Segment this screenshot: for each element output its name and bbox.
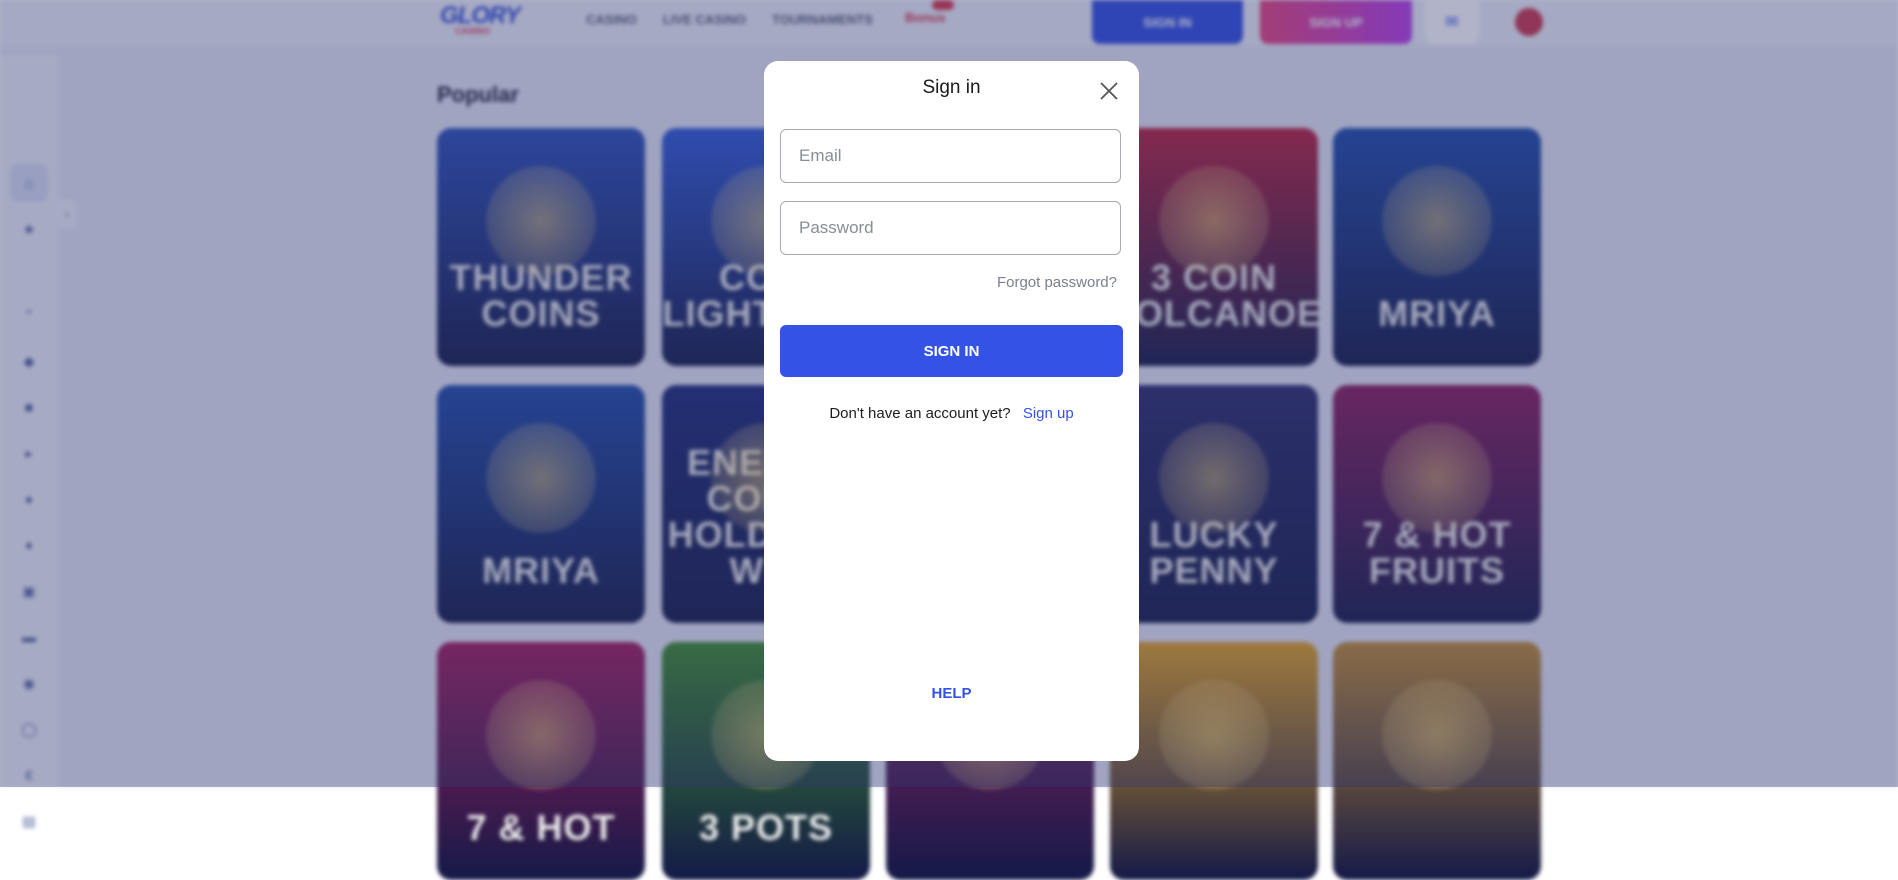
email-field[interactable] [780, 129, 1121, 183]
sign-in-modal: Sign in Forgot password? SIGN IN Don't h… [764, 61, 1139, 761]
close-icon[interactable] [1097, 79, 1121, 103]
game-title: 3 POTS [698, 807, 834, 848]
game-title [1333, 846, 1541, 880]
sign-up-link[interactable]: Sign up [1023, 405, 1074, 422]
help-link[interactable]: HELP [764, 685, 1139, 702]
game-title: 7 & HOT [466, 807, 616, 848]
signup-prompt: Don't have an account yet? Sign up [764, 405, 1139, 422]
document-icon[interactable]: ▤ [18, 810, 40, 832]
game-title [886, 846, 1094, 880]
modal-title: Sign in [922, 77, 981, 98]
game-title [1110, 846, 1318, 880]
forgot-password-link[interactable]: Forgot password? [997, 274, 1117, 291]
sign-in-button[interactable]: SIGN IN [780, 325, 1123, 377]
password-field[interactable] [780, 201, 1121, 255]
no-account-text: Don't have an account yet? [829, 405, 1011, 422]
